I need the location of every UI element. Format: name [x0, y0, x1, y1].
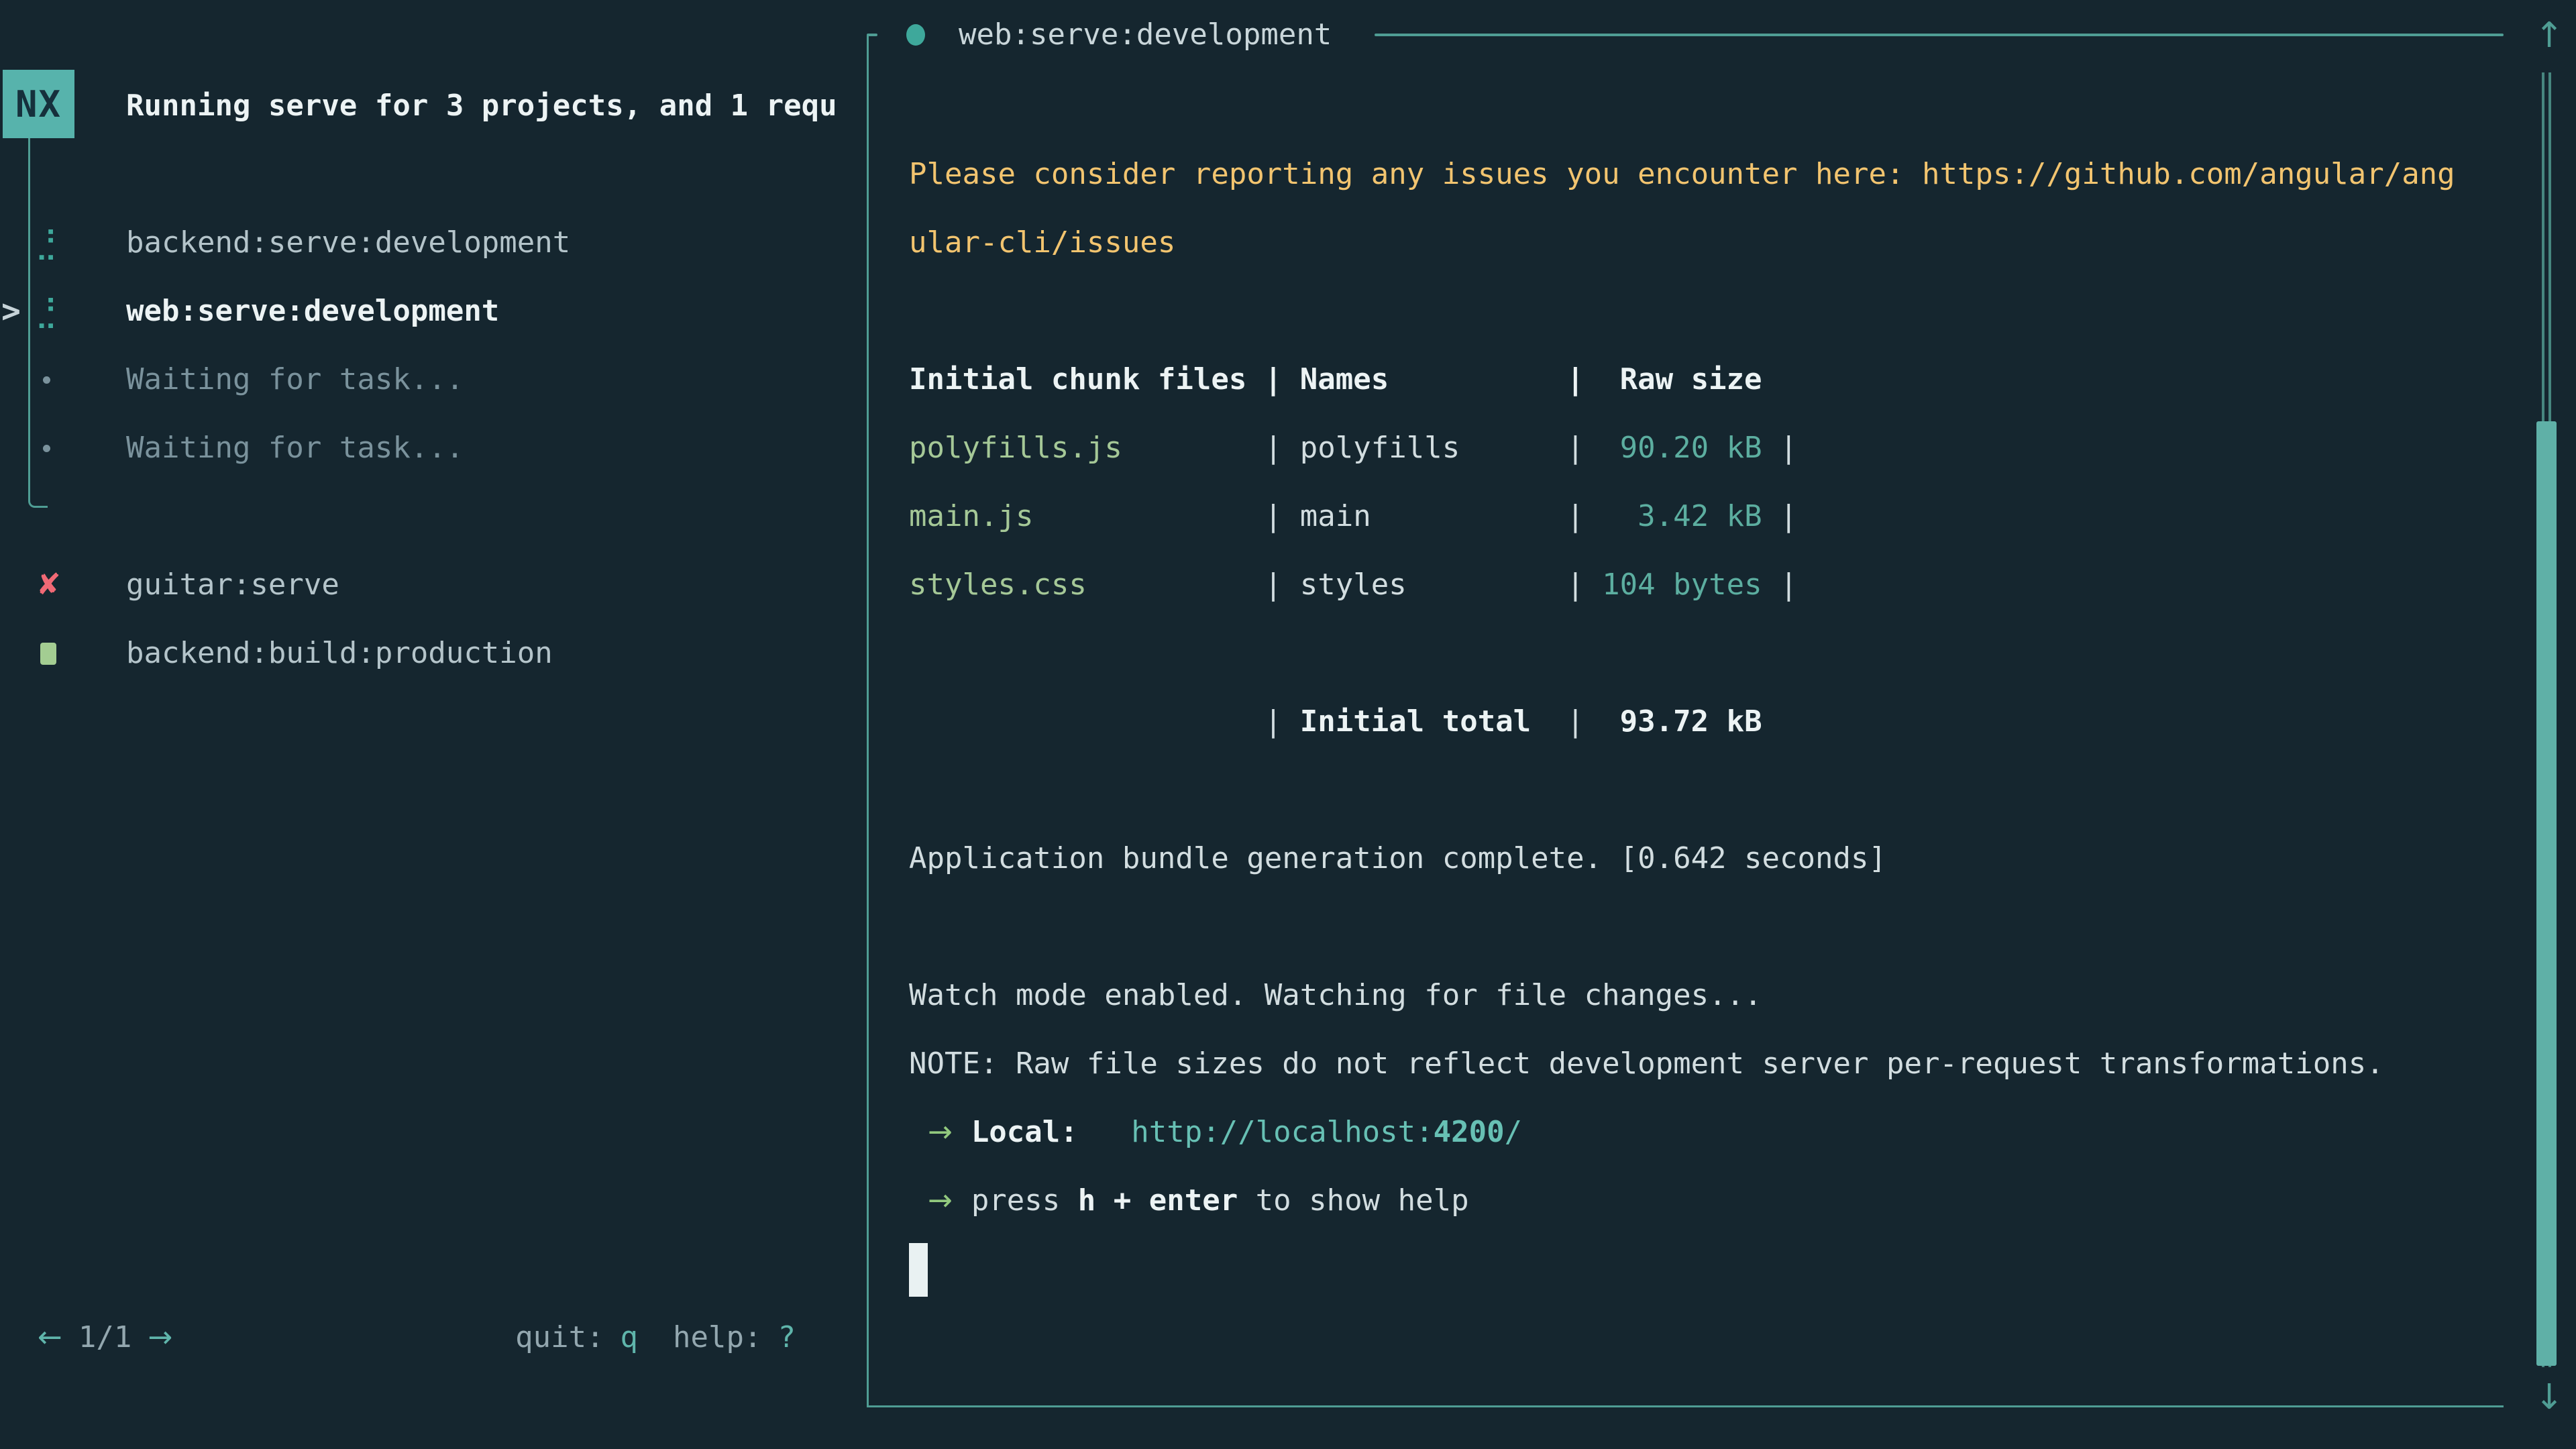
text-segment: polyfills	[1300, 431, 1460, 465]
task-item[interactable]: Waiting for task...	[0, 414, 865, 482]
text-segment: |	[1122, 431, 1300, 465]
terminal-line: main.js | main | 3.42 kB |	[909, 482, 1798, 551]
text-segment: main.js	[909, 499, 1033, 533]
text-segment: styles.css	[909, 568, 1087, 602]
terminal-output: Please consider reporting any issues you…	[869, 35, 2504, 1405]
text-segment: styles	[1300, 568, 1407, 602]
text-segment: |	[1371, 499, 1602, 533]
terminal-line: | Initial total | 93.72 kB	[909, 688, 1762, 756]
app-title: Running serve for 3 projects, and 1 requ	[126, 72, 863, 140]
text-segment: 104 bytes	[1602, 568, 1762, 602]
pending-dot-icon	[43, 445, 50, 452]
terminal-line: Initial chunk files | Names | Raw size	[909, 345, 1762, 414]
text-segment: Please consider reporting any issues you…	[909, 157, 1922, 191]
text-segment: |	[1407, 568, 1602, 602]
github-issues-link[interactable]: https://github.com/angular/ang	[1922, 157, 2455, 191]
text-segment: Initial chunk files | Names | Raw size	[909, 362, 1762, 396]
text-segment: |	[1460, 431, 1602, 465]
terminal-line: Application bundle generation complete. …	[909, 824, 1886, 893]
pending-dot-icon	[43, 376, 50, 384]
task-label: guitar:serve	[126, 551, 339, 619]
text-segment: |	[1531, 704, 1602, 739]
terminal-line: → press h + enter to show help	[909, 1167, 1469, 1235]
next-page-arrow[interactable]: →	[148, 1320, 172, 1354]
nx-terminal-ui: NX Running serve for 3 projects, and 1 r…	[0, 0, 2576, 1449]
localhost-link[interactable]: 4200	[1434, 1115, 1505, 1149]
text-segment: 90.20 kB	[1602, 431, 1762, 465]
text-segment: polyfills.js	[909, 431, 1122, 465]
localhost-link[interactable]: /	[1505, 1115, 1523, 1149]
output-panel: web:serve:development Please consider re…	[867, 35, 2504, 1407]
text-segment: main	[1300, 499, 1371, 533]
quit-label: quit:	[515, 1320, 604, 1354]
spinner-icon: ⣘	[35, 277, 58, 345]
text-segment: |	[1087, 568, 1300, 602]
task-item[interactable]: >⣘ web:serve:development	[0, 277, 865, 345]
text-segment: Watch mode enabled. Watching for file ch…	[909, 978, 1762, 1012]
scroll-up-arrow[interactable]: ↑	[2530, 1, 2568, 70]
text-segment: Application bundle generation complete. …	[909, 841, 1886, 875]
page-indicator: 1/1	[78, 1320, 131, 1354]
terminal-line: Please consider reporting any issues you…	[909, 140, 2455, 209]
terminal-line: polyfills.js | polyfills | 90.20 kB |	[909, 414, 1798, 482]
help-key: ?	[778, 1320, 796, 1354]
task-item[interactable]: ⣘ backend:serve:development	[0, 209, 865, 277]
text-segment: |	[1033, 499, 1299, 533]
pagination: ← 1/1 →	[38, 1303, 172, 1372]
task-label: web:serve:development	[126, 277, 499, 345]
scroll-down-arrow[interactable]: ↓	[2530, 1363, 2568, 1432]
text-segment: |	[1762, 431, 1798, 465]
task-item[interactable]: backend:build:production	[0, 619, 865, 688]
text-segment	[1078, 1115, 1131, 1149]
selection-chevron: >	[1, 277, 21, 345]
github-issues-link[interactable]: ular-cli/issues	[909, 225, 1175, 260]
text-segment: |	[909, 704, 1300, 739]
localhost-link[interactable]: http://localhost:	[1131, 1115, 1433, 1149]
task-label: backend:serve:development	[126, 209, 570, 277]
task-label: Waiting for task...	[126, 345, 464, 414]
prev-page-arrow[interactable]: ←	[38, 1320, 62, 1354]
nx-logo-text: NX	[15, 83, 62, 125]
text-segment: →	[909, 1115, 971, 1149]
text-segment: Initial total	[1300, 704, 1531, 739]
text-segment: Local:	[971, 1115, 1078, 1149]
terminal-line: Watch mode enabled. Watching for file ch…	[909, 961, 1762, 1030]
text-segment: press	[971, 1183, 1078, 1218]
terminal-line: styles.css | styles | 104 bytes |	[909, 551, 1798, 619]
failed-cross-icon: ✘	[36, 551, 61, 619]
quit-key: q	[621, 1320, 639, 1354]
task-item[interactable]: Waiting for task...	[0, 345, 865, 414]
success-square-icon	[40, 643, 56, 665]
text-segment: 93.72 kB	[1602, 704, 1762, 739]
text-segment: 3.42 kB	[1602, 499, 1762, 533]
terminal-line: NOTE: Raw file sizes do not reflect deve…	[909, 1030, 2384, 1098]
help-label: help:	[673, 1320, 761, 1354]
terminal-cursor	[909, 1243, 928, 1297]
task-label: backend:build:production	[126, 619, 553, 688]
text-segment: |	[1762, 568, 1798, 602]
keyboard-shortcuts: quit: q help:?	[515, 1303, 796, 1372]
spinner-icon: ⣘	[35, 209, 58, 277]
text-segment: to show help	[1238, 1183, 1468, 1218]
terminal-line: ular-cli/issues	[909, 209, 1175, 277]
task-item[interactable]: ✘ guitar:serve	[0, 551, 865, 619]
text-segment: →	[909, 1183, 971, 1218]
nx-logo: NX	[3, 70, 74, 138]
text-segment: h + enter	[1078, 1183, 1238, 1218]
sidebar: NX Running serve for 3 projects, and 1 r…	[0, 0, 865, 1449]
text-segment: NOTE: Raw file sizes do not reflect deve…	[909, 1046, 2384, 1081]
task-label: Waiting for task...	[126, 414, 464, 482]
text-segment: |	[1762, 499, 1798, 533]
scrollbar-thumb[interactable]	[2536, 421, 2557, 1366]
terminal-line: → Local: http://localhost:4200/	[909, 1098, 1522, 1167]
